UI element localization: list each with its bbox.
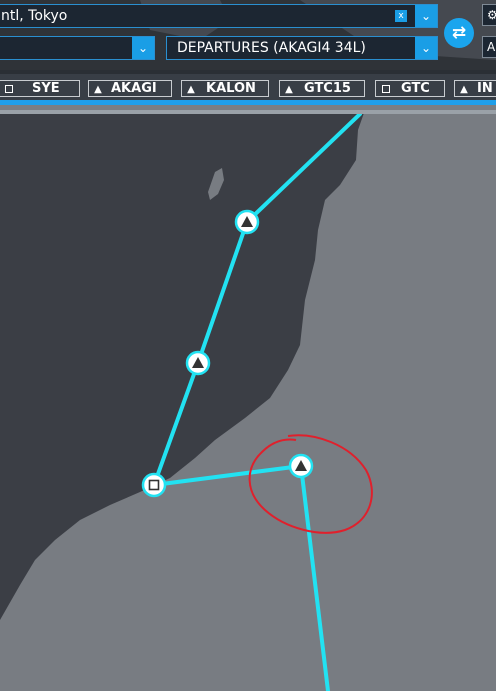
arrival-field-label: A: [487, 40, 496, 54]
vor-icon: [5, 85, 13, 93]
triangle-icon: ▲: [285, 84, 293, 95]
waypoint-marker[interactable]: [185, 350, 211, 376]
strip-bottom-line: [0, 110, 496, 114]
triangle-icon: ▲: [460, 84, 468, 95]
waypoint-name: GTC15: [304, 81, 351, 96]
triangle-icon: ▲: [94, 84, 102, 95]
swap-route-button[interactable]: ⇄: [444, 18, 474, 48]
waypoint-chip-kalon[interactable]: ▲ KALON: [181, 80, 269, 97]
departure-dropdown-chevron-icon[interactable]: ⌄: [415, 37, 437, 59]
waypoint-chip-akagi[interactable]: ▲ AKAGI: [88, 80, 172, 97]
waypoint-name: GTC: [401, 81, 430, 96]
vor-waypoint-marker[interactable]: [141, 472, 167, 498]
waypoint-marker[interactable]: [234, 209, 260, 235]
waypoint-chip-sye[interactable]: SYE: [0, 80, 80, 97]
origin-dropdown-chevron-icon[interactable]: ⌄: [415, 5, 437, 27]
waypoint-marker[interactable]: [288, 453, 314, 479]
runway-field[interactable]: ⌄: [0, 36, 155, 60]
origin-field[interactable]: ntl, Tokyo x ⌄: [0, 4, 438, 28]
runway-dropdown-chevron-icon[interactable]: ⌄: [132, 37, 154, 59]
arrival-field-button[interactable]: A: [482, 36, 496, 58]
settings-button[interactable]: ⚙: [482, 4, 496, 26]
triangle-icon: ▲: [187, 84, 195, 95]
waypoint-chip-in[interactable]: ▲ IN: [454, 80, 496, 97]
vor-icon: [382, 85, 390, 93]
waypoint-name: AKAGI: [111, 81, 157, 96]
departure-value: DEPARTURES (AKAGI4 34L): [177, 40, 366, 56]
waypoint-name: SYE: [32, 81, 60, 96]
swap-icon: ⇄: [451, 23, 467, 43]
waypoint-chip-gtc[interactable]: GTC: [375, 80, 445, 97]
waypoint-chip-gtc15[interactable]: ▲ GTC15: [279, 80, 365, 97]
departure-field[interactable]: DEPARTURES (AKAGI4 34L) ⌄: [166, 36, 438, 60]
clear-origin-button[interactable]: x: [395, 10, 407, 22]
origin-value: ntl, Tokyo: [1, 8, 68, 24]
gear-icon: ⚙: [487, 8, 496, 22]
waypoint-name: IN: [477, 81, 493, 96]
waypoint-name: KALON: [206, 81, 256, 96]
